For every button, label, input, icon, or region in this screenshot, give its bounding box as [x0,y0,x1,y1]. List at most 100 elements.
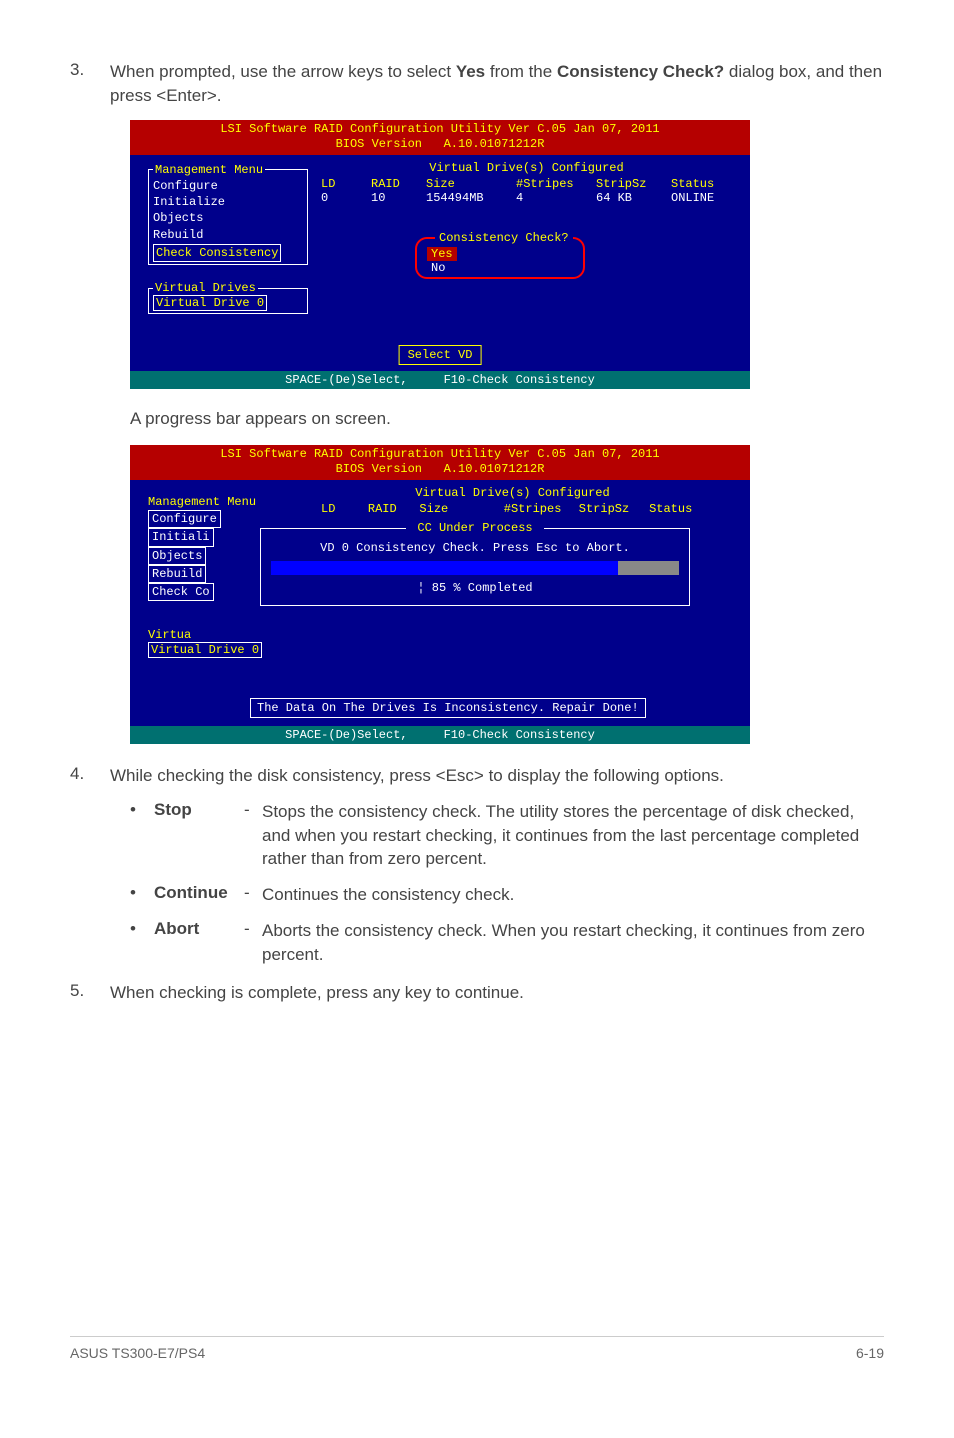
col-stripes: #Stripes [504,502,579,516]
bios-body: Management Menu Configure Initialize Obj… [130,155,750,371]
menu-item[interactable]: Rebuild [148,565,206,583]
step-number: 4. [70,764,110,788]
bold-consistency-check: Consistency Check? [557,62,724,81]
option-name: Continue [154,883,244,903]
virtual-drives-section: Virtual Drives Virtual Drive 0 [148,285,308,314]
col-stripsz: StripSz [579,502,649,516]
bullet-icon: • [130,919,154,939]
step-number: 3. [70,60,110,108]
menu-title: Management Menu [153,162,265,178]
table-title: Virtual Drive(s) Configured [315,486,710,500]
management-menu: Management Menu Configure Initialize Obj… [148,169,308,265]
footer-right: 6-19 [856,1345,884,1361]
menu-item[interactable]: Rebuild [153,227,303,243]
table-header-row: LD RAID Size #Stripes StripSz Status [315,177,738,191]
dialog-title: Consistency Check? [435,231,573,245]
vd-item-wrap: Virtual Drive 0 [148,642,262,658]
option-name: Stop [154,800,244,820]
col-stripsz: StripSz [596,177,671,191]
col-ld: LD [315,502,368,516]
vd-item[interactable]: Virtual Drive 0 [148,642,262,658]
menu-item[interactable]: Initialize [153,194,303,210]
cell-size: 154494MB [426,191,516,205]
dialog-yes[interactable]: Yes [427,247,457,261]
option-desc: Continues the consistency check. [262,883,884,907]
option-desc: Stops the consistency check. The utility… [262,800,884,871]
table-header-row: LD RAID Size #Stripes StripSz Status [315,502,710,516]
vd-item[interactable]: Virtual Drive 0 [153,295,267,311]
col-ld: LD [315,177,371,191]
header-line2: BIOS Version A.10.01071212R [336,137,545,151]
menu-item[interactable]: Initiali [148,528,214,546]
col-stripes: #Stripes [516,177,596,191]
option-desc: Aborts the consistency check. When you r… [262,919,884,967]
menu-item-selected[interactable]: Check Consistency [153,244,281,262]
table-title: Virtual Drive(s) Configured [315,161,738,175]
vd-table: Virtual Drive(s) Configured LD RAID Size… [315,486,710,516]
menu-item[interactable]: Configure [153,178,303,194]
management-menu: Management Menu Configure Initiali Objec… [148,494,256,601]
progress-bar [271,561,679,575]
option-name: Abort [154,919,244,939]
text: When prompted, use the arrow keys to sel… [110,62,456,81]
menu-item[interactable]: Objects [153,210,303,226]
bios-header: LSI Software RAID Configuration Utility … [130,445,750,480]
progress-bar-fill [271,561,618,575]
table-row: 0 10 154494MB 4 64 KB ONLINE [315,191,738,205]
menu-item[interactable]: Configure [148,510,221,528]
cc-under-process-label: CC Under Process [406,521,544,535]
cell-status: ONLINE [671,191,736,205]
vd-title-partial: Virtua [148,628,191,642]
option-stop: • Stop - Stops the consistency check. Th… [130,800,884,871]
header-line1: LSI Software RAID Configuration Utility … [220,447,659,461]
dash: - [244,883,262,903]
dash: - [244,800,262,820]
menu-item[interactable]: Objects [148,547,206,565]
step-3: 3. When prompted, use the arrow keys to … [70,60,884,108]
consistency-check-dialog: Consistency Check? Yes No [415,237,585,279]
col-status: Status [649,502,710,516]
col-size: Size [419,502,503,516]
cell-raid: 10 [371,191,426,205]
repair-done-message: The Data On The Drives Is Inconsistency.… [250,698,646,718]
text: from the [485,62,557,81]
step-5: 5. When checking is complete, press any … [70,981,884,1005]
bullet-icon: • [130,883,154,903]
dash: - [244,919,262,939]
bold-yes: Yes [456,62,485,81]
bios-screenshot-2: LSI Software RAID Configuration Utility … [130,445,750,744]
cell-stripes: 4 [516,191,596,205]
bullet-icon: • [130,800,154,820]
progress-percent: ¦ 85 % Completed [271,581,679,595]
col-raid: RAID [371,177,426,191]
col-raid: RAID [368,502,420,516]
step-4: 4. While checking the disk consistency, … [70,764,884,788]
dialog-no[interactable]: No [427,261,573,275]
option-continue: • Continue - Continues the consistency c… [130,883,884,907]
page-footer: ASUS TS300-E7/PS4 6-19 [70,1336,884,1361]
header-line2: BIOS Version A.10.01071212R [336,462,545,476]
cell-ld: 0 [315,191,371,205]
menu-title: Management Menu [148,494,256,510]
progress-message: VD 0 Consistency Check. Press Esc to Abo… [271,541,679,555]
step-text: When checking is complete, press any key… [110,981,884,1005]
progress-panel: CC Under Process VD 0 Consistency Check.… [260,528,690,606]
page-content: 3. When prompted, use the arrow keys to … [0,0,954,1056]
select-vd-button[interactable]: Select VD [399,345,482,365]
col-status: Status [671,177,736,191]
bios-header: LSI Software RAID Configuration Utility … [130,120,750,155]
progress-intro-text: A progress bar appears on screen. [130,409,884,429]
footer-left: ASUS TS300-E7/PS4 [70,1345,205,1361]
options-list: • Stop - Stops the consistency check. Th… [130,800,884,967]
cell-stripsz: 64 KB [596,191,671,205]
step-number: 5. [70,981,110,1005]
bios-footer: SPACE-(De)Select, F10-Check Consistency [130,371,750,389]
vd-box: Virtual Drives Virtual Drive 0 [148,288,308,314]
menu-item[interactable]: Check Co [148,583,214,601]
option-abort: • Abort - Aborts the consistency check. … [130,919,884,967]
vd-table: Virtual Drive(s) Configured LD RAID Size… [315,161,738,205]
vd-title: Virtual Drives [153,281,258,295]
step-text: While checking the disk consistency, pre… [110,764,884,788]
bios-footer: SPACE-(De)Select, F10-Check Consistency [130,726,750,744]
menu-items: Configure Initialize Objects Rebuild Che… [153,178,303,262]
